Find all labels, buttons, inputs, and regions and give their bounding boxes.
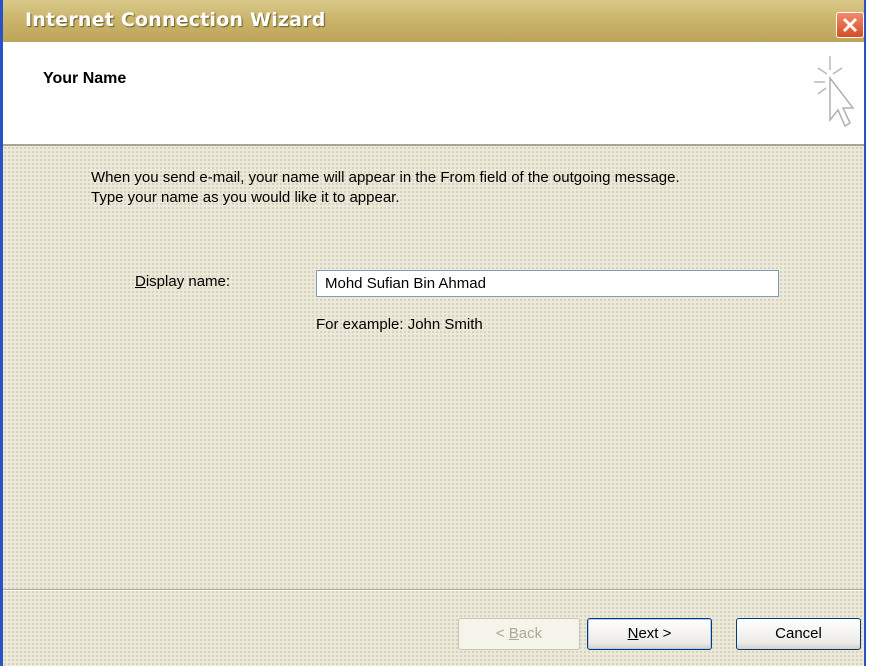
instructions-line-1: When you send e-mail, your name will app… xyxy=(91,169,680,186)
next-rest: ext > xyxy=(638,625,672,642)
page-title: Your Name xyxy=(43,70,127,87)
cancel-button[interactable]: Cancel xyxy=(736,618,861,650)
wizard-header: Your Name xyxy=(3,42,864,146)
wizard-cursor-sparkle-icon xyxy=(814,56,854,128)
back-button[interactable]: < Back xyxy=(458,618,580,650)
example-hint: For example: John Smith xyxy=(316,316,483,333)
back-prefix: < xyxy=(495,625,509,642)
display-name-label-accel: D xyxy=(135,273,146,290)
back-accel: B xyxy=(508,625,519,642)
close-button[interactable] xyxy=(836,12,864,38)
next-button[interactable]: Next > xyxy=(587,618,712,650)
window-title: Internet Connection Wizard xyxy=(25,9,326,31)
next-accel: N xyxy=(627,625,639,642)
display-name-label: Display name: xyxy=(135,273,230,290)
wizard-content: When you send e-mail, your name will app… xyxy=(3,146,864,589)
wizard-footer: < Back Next > Cancel xyxy=(3,589,864,666)
back-rest: ack xyxy=(518,625,543,642)
instructions: When you send e-mail, your name will app… xyxy=(91,168,831,208)
wizard-window: Internet Connection Wizard Your Name Whe… xyxy=(0,0,866,666)
instructions-line-2: Type your name as you would like it to a… xyxy=(91,189,400,206)
display-name-label-rest: isplay name: xyxy=(145,273,231,290)
title-bar[interactable]: Internet Connection Wizard xyxy=(3,0,864,42)
display-name-input[interactable] xyxy=(316,270,779,297)
close-icon xyxy=(842,17,858,33)
